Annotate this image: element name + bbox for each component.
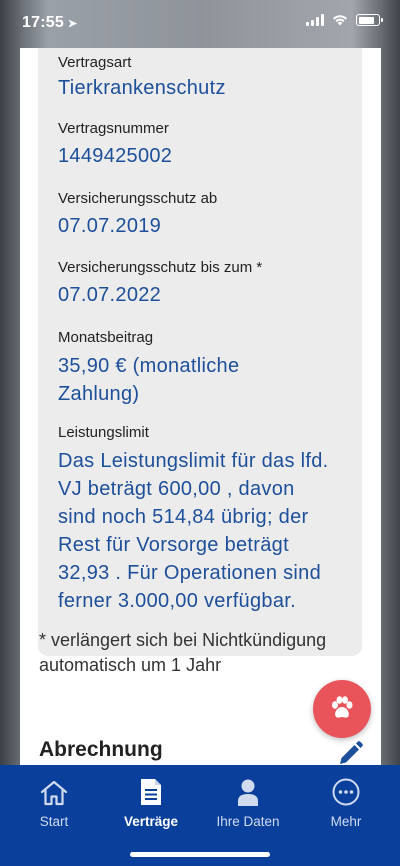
status-time-text: 17:55 <box>22 14 64 31</box>
person-icon <box>238 779 258 806</box>
cellular-signal-icon <box>306 14 324 26</box>
coverage-start-label: Versicherungsschutz ab <box>58 190 218 207</box>
contract-number-field: Vertragsnummer 1449425002 <box>58 120 358 170</box>
monthly-premium-value-line2: Zahlung) <box>58 383 140 405</box>
document-icon <box>141 779 161 805</box>
bottom-tab-bar: Start Verträge Ihre Daten Mehr <box>0 765 400 866</box>
tab-more[interactable]: Mehr <box>306 777 386 829</box>
status-icons <box>306 14 383 26</box>
footnote-line: * verlängert sich bei Nichtkündigung <box>39 630 327 650</box>
contract-type-label: Vertragsart <box>58 54 132 71</box>
benefit-limit-text: Das Leistungslimit für das lfd. VJ beträ… <box>58 447 358 615</box>
home-icon <box>40 780 68 806</box>
paw-action-button[interactable] <box>313 680 371 738</box>
wifi-icon <box>333 15 347 26</box>
benefit-limit-line: 32,93 . Für Operationen sind <box>58 562 321 584</box>
monthly-premium-field: Monatsbeitrag 35,90 € (monatliche Zahlun… <box>58 329 358 408</box>
status-bar: 17:55 ➤ <box>0 0 400 48</box>
benefit-limit-line: ferner 3.000,00 verfügbar. <box>58 590 296 612</box>
benefit-limit-line: sind noch 514,84 übrig; der <box>58 506 309 528</box>
benefit-limit-line: Das Leistungslimit für das lfd. <box>58 450 329 472</box>
renewal-footnote: * verlängert sich bei Nichtkündigung aut… <box>39 628 369 678</box>
coverage-end-field: Versicherungsschutz bis zum * 07.07.2022 <box>58 259 358 309</box>
pencil-edit-icon[interactable] <box>336 740 364 768</box>
tab-your-data-label: Ihre Daten <box>216 814 280 829</box>
contract-detail-card: Vertragsart Tierkrankenschutz Vertragsnu… <box>20 48 381 768</box>
tab-contracts[interactable]: Verträge <box>111 777 191 829</box>
contract-number-value: 1449425002 <box>58 145 173 167</box>
monthly-premium-value-line1: 35,90 € (monatliche <box>58 355 240 377</box>
benefit-limit-label: Leistungslimit <box>58 424 149 441</box>
status-time: 17:55 ➤ <box>22 14 77 32</box>
tab-more-label: Mehr <box>330 814 362 829</box>
coverage-end-value: 07.07.2022 <box>58 284 162 306</box>
tariff-value: Tierkrankenschutz <box>58 77 226 99</box>
tab-start[interactable]: Start <box>14 777 94 829</box>
contract-number-label: Vertragsnummer <box>58 120 169 137</box>
footnote-line: automatisch um 1 Jahr <box>39 655 222 675</box>
benefit-limit-line: VJ beträgt 600,00 , davon <box>58 478 295 500</box>
location-arrow-icon: ➤ <box>67 18 78 30</box>
coverage-end-label: Versicherungsschutz bis zum * <box>58 259 263 276</box>
monthly-premium-label: Monatsbeitrag <box>58 329 154 346</box>
tariff-field: Tierkrankenschutz <box>58 74 358 102</box>
billing-section-title: Abrechnung <box>39 738 163 761</box>
coverage-start-field: Versicherungsschutz ab 07.07.2019 <box>58 190 358 240</box>
paw-icon <box>332 696 353 718</box>
tab-contracts-label: Verträge <box>123 814 179 829</box>
home-indicator[interactable] <box>130 852 270 857</box>
benefit-limit-line: Rest für Vorsorge beträgt <box>58 534 289 556</box>
tab-your-data[interactable]: Ihre Daten <box>208 777 288 829</box>
contract-info-box: Vertragsart Tierkrankenschutz Vertragsnu… <box>38 48 362 656</box>
coverage-start-value: 07.07.2019 <box>58 215 162 237</box>
more-icon <box>332 778 360 806</box>
tab-start-label: Start <box>39 814 69 829</box>
battery-icon <box>356 14 383 26</box>
benefit-limit-field: Leistungslimit Das Leistungslimit für da… <box>58 424 358 615</box>
